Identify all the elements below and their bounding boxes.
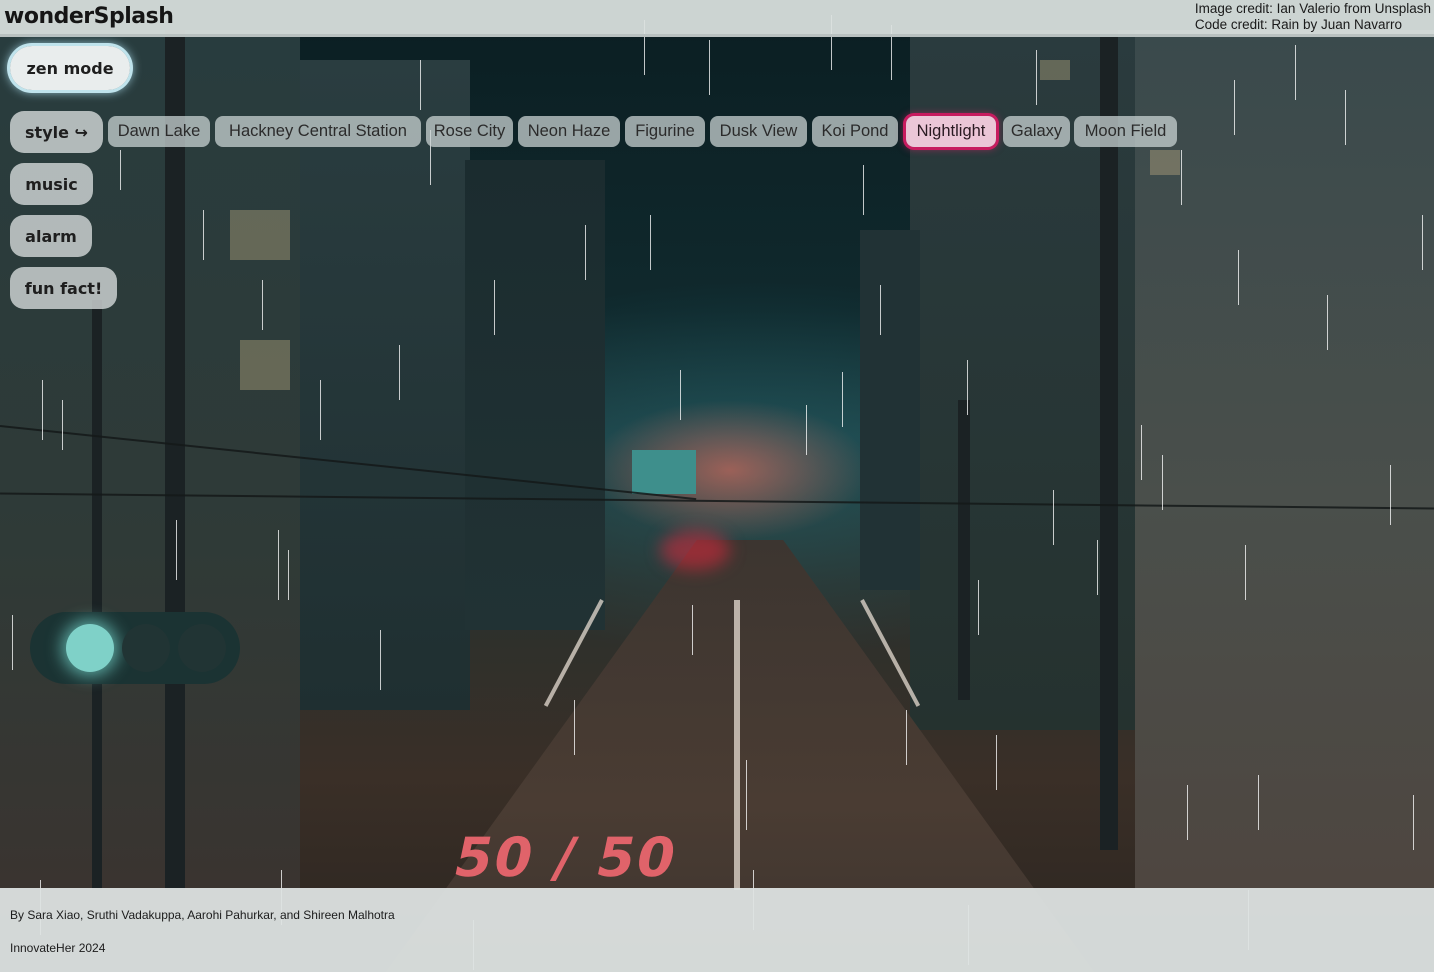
rain-streak xyxy=(1181,150,1182,205)
credits: Image credit: Ian Valerio from Unsplash … xyxy=(1195,1,1431,33)
alarm-button[interactable]: alarm xyxy=(10,215,92,257)
style-option-moon-field[interactable]: Moon Field xyxy=(1074,116,1177,147)
rain-streak xyxy=(806,405,807,455)
rain-streak xyxy=(978,580,979,635)
rain-streak xyxy=(203,210,204,260)
rain-streak xyxy=(1345,90,1346,145)
rain-streak xyxy=(1162,455,1163,510)
rain-streak xyxy=(650,215,651,270)
style-button[interactable]: style ↪ xyxy=(10,111,103,153)
rain-streak xyxy=(880,285,881,335)
authors-text: By Sara Xiao, Sruthi Vadakuppa, Aarohi P… xyxy=(10,908,395,922)
footer: By Sara Xiao, Sruthi Vadakuppa, Aarohi P… xyxy=(0,888,1434,972)
utility-pole xyxy=(1100,30,1118,850)
rain-streak xyxy=(12,615,13,670)
app-title: wonderSplash xyxy=(4,4,174,29)
style-option-dawn-lake[interactable]: Dawn Lake xyxy=(108,116,210,147)
rain-streak xyxy=(1245,545,1246,600)
style-option-nightlight[interactable]: Nightlight xyxy=(906,116,996,147)
rain-streak xyxy=(1141,425,1142,480)
rain-streak xyxy=(906,710,907,765)
rain-streak xyxy=(1390,465,1391,525)
window xyxy=(240,340,290,390)
style-option-dusk-view[interactable]: Dusk View xyxy=(710,116,807,147)
rain-streak xyxy=(288,550,289,600)
header-bar: wonderSplash Image credit: Ian Valerio f… xyxy=(0,0,1434,37)
rain-streak xyxy=(1187,785,1188,840)
building-left-middle xyxy=(300,60,470,710)
style-option-hackney-central-station[interactable]: Hackney Central Station xyxy=(215,116,421,147)
rain-streak xyxy=(1036,50,1037,105)
car-lights xyxy=(660,530,730,570)
code-credit: Code credit: Rain by Juan Navarro xyxy=(1194,17,1402,32)
rain-streak xyxy=(1234,80,1235,135)
building-left-far xyxy=(465,160,605,630)
lane-line xyxy=(734,600,740,890)
rain-streak xyxy=(262,280,263,330)
rain-streak xyxy=(996,735,997,790)
rain-streak xyxy=(842,372,843,427)
rain-streak xyxy=(1258,775,1259,830)
rain-streak xyxy=(1053,490,1054,545)
rain-streak xyxy=(42,380,43,440)
window xyxy=(1040,60,1070,80)
style-option-rose-city[interactable]: Rose City xyxy=(426,116,513,147)
road-sign xyxy=(632,450,696,494)
rain-streak xyxy=(1097,540,1098,595)
rain-streak xyxy=(574,700,575,755)
image-credit: Image credit: Ian Valerio from Unsplash xyxy=(1194,1,1431,16)
rain-streak xyxy=(278,530,279,600)
building-right-far xyxy=(860,230,920,590)
zen-mode-button[interactable]: zen mode xyxy=(10,46,130,90)
rain-streak xyxy=(62,400,63,450)
rain-streak xyxy=(680,370,681,420)
rain-streak xyxy=(399,345,400,400)
traffic-light xyxy=(30,612,240,684)
fun-fact-button[interactable]: fun fact! xyxy=(10,267,117,309)
rain-streak xyxy=(176,520,177,580)
window xyxy=(230,210,290,260)
rain-streak xyxy=(420,60,421,110)
music-button[interactable]: music xyxy=(10,163,93,205)
rain-streak xyxy=(709,40,710,95)
rain-streak xyxy=(1238,250,1239,305)
road-marking: 50 / 50 xyxy=(448,826,684,889)
rain-streak xyxy=(320,380,321,440)
rain-streak xyxy=(1327,295,1328,350)
utility-pole xyxy=(165,30,185,890)
building-left xyxy=(0,30,300,890)
rain-streak xyxy=(494,280,495,335)
window xyxy=(1150,150,1180,175)
style-option-galaxy[interactable]: Galaxy xyxy=(1003,116,1070,147)
rain-streak xyxy=(120,150,121,190)
utility-pole xyxy=(92,300,102,890)
rain-streak xyxy=(967,360,968,415)
style-option-figurine[interactable]: Figurine xyxy=(625,116,705,147)
rain-streak xyxy=(1422,215,1423,270)
utility-pole xyxy=(958,400,970,700)
rain-streak xyxy=(380,630,381,690)
rain-streak xyxy=(746,760,747,830)
rain-streak xyxy=(1413,795,1414,850)
event-text: InnovateHer 2024 xyxy=(10,941,106,955)
rain-streak xyxy=(585,225,586,280)
style-option-koi-pond[interactable]: Koi Pond xyxy=(812,116,898,147)
rain-streak xyxy=(863,165,864,215)
rain-streak xyxy=(692,605,693,655)
rain-streak xyxy=(1295,45,1296,100)
style-option-neon-haze[interactable]: Neon Haze xyxy=(518,116,620,147)
